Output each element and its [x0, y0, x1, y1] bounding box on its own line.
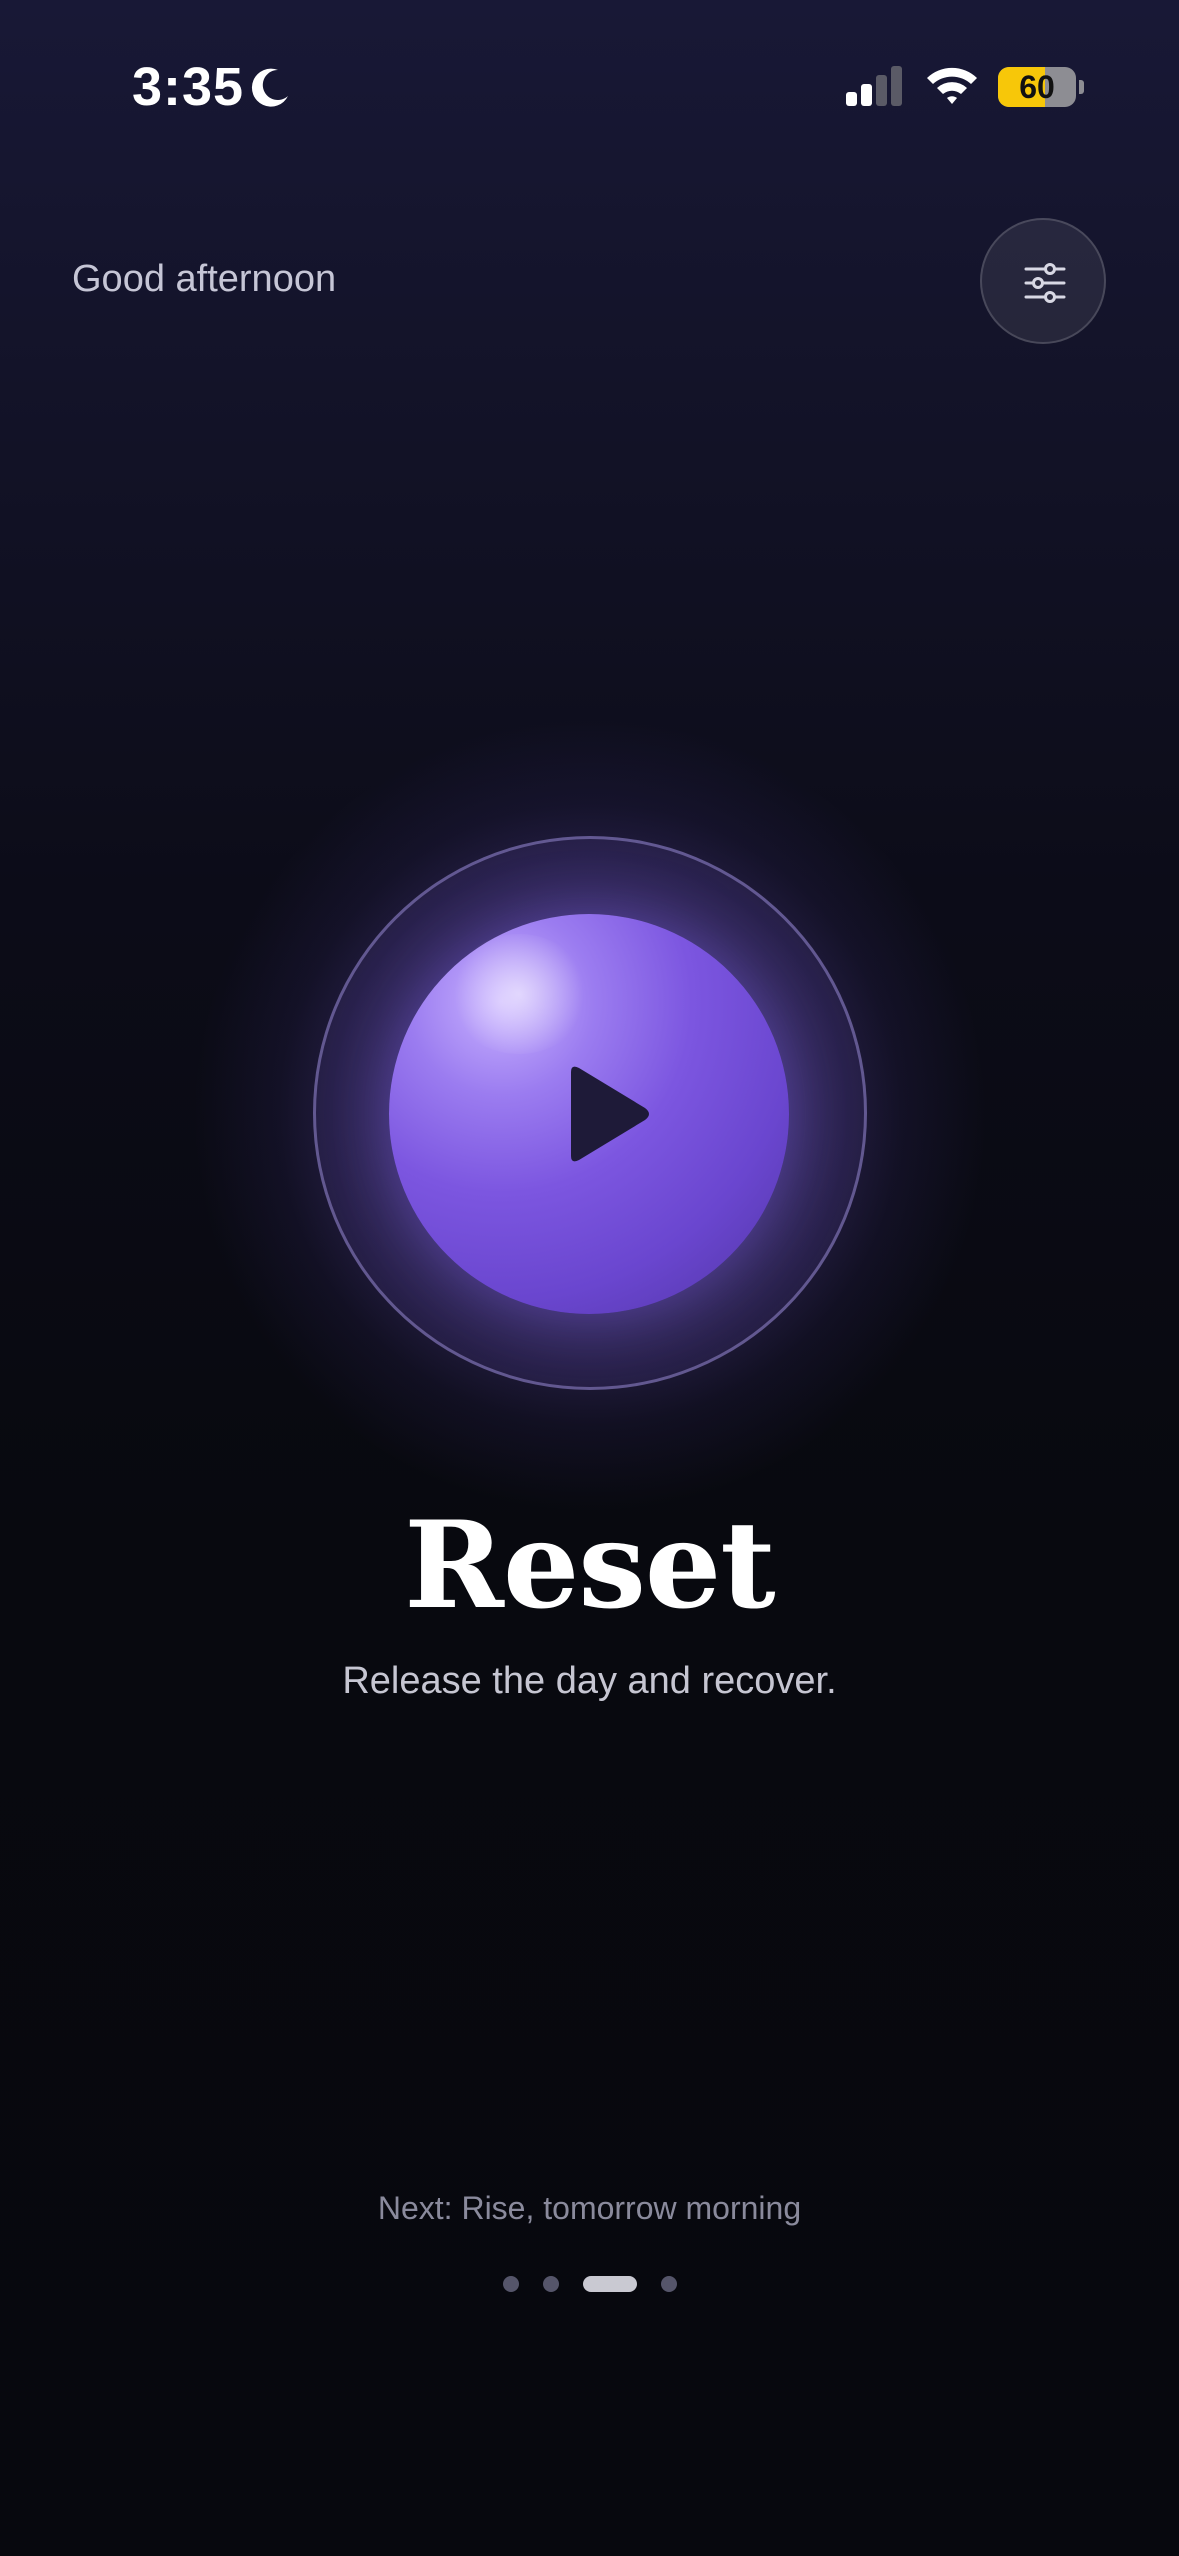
page-dot-3-active[interactable] [582, 2276, 637, 2292]
play-icon [571, 1066, 649, 1162]
sliders-icon [1024, 263, 1066, 303]
page-indicator[interactable] [0, 2276, 1179, 2292]
page-dot-2[interactable] [542, 2276, 559, 2292]
next-session-label: Next: Rise, tomorrow morning [377, 2190, 802, 2226]
session-title: Reset [404, 1495, 775, 1636]
battery-cap [1079, 80, 1084, 94]
page-dot-4[interactable] [660, 2276, 677, 2292]
cellular-signal-icon [846, 66, 902, 106]
orb-highlight [449, 934, 589, 1054]
battery-level: 60 [1019, 69, 1055, 105]
wifi-icon [927, 67, 977, 104]
session-subtitle: Release the day and recover. [342, 1660, 837, 1702]
play-button[interactable] [389, 914, 789, 1314]
settings-button[interactable] [980, 218, 1106, 344]
status-bar: 3:35 60 [0, 0, 1179, 170]
page-dot-1[interactable] [502, 2276, 519, 2292]
moon-icon [251, 68, 288, 107]
battery-indicator: 60 [998, 67, 1076, 107]
greeting-text: Good afternoon [72, 258, 337, 300]
status-time: 3:35 [132, 57, 245, 117]
